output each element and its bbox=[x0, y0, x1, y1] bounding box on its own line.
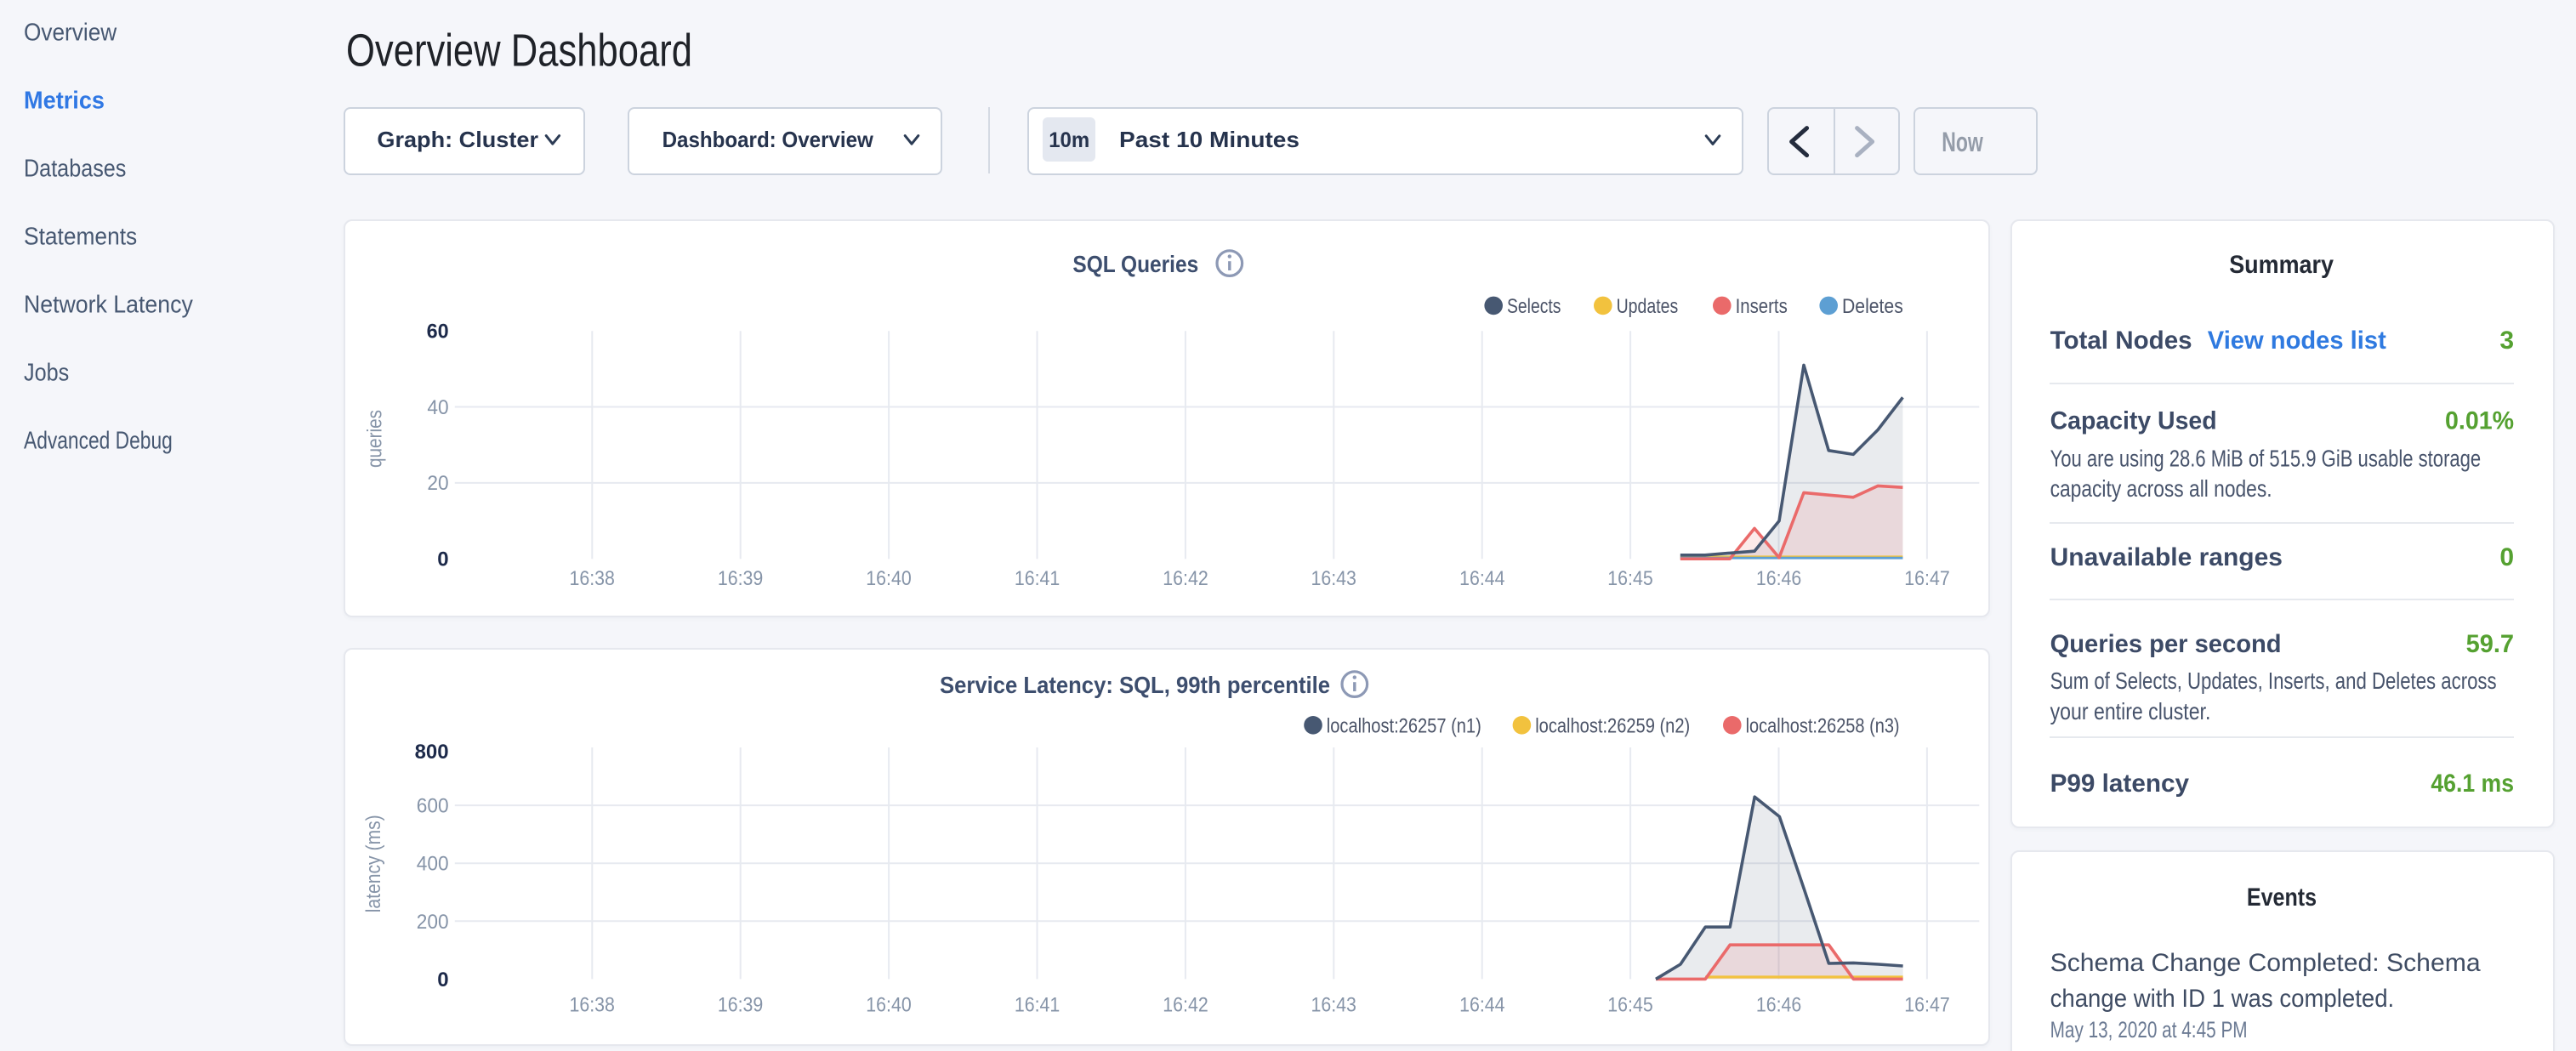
svg-text:200: 200 bbox=[417, 911, 449, 934]
svg-text:Unavailable ranges: Unavailable ranges bbox=[2050, 543, 2283, 571]
svg-text:16:40: 16:40 bbox=[866, 993, 911, 1016]
svg-text:SQL Queries: SQL Queries bbox=[1072, 251, 1198, 277]
svg-text:46.1 ms: 46.1 ms bbox=[2431, 770, 2514, 798]
svg-text:16:41: 16:41 bbox=[1015, 993, 1060, 1016]
svg-text:Advanced Debug: Advanced Debug bbox=[24, 428, 173, 455]
svg-text:Capacity Used: Capacity Used bbox=[2050, 407, 2217, 435]
svg-text:Events: Events bbox=[2247, 883, 2317, 912]
svg-text:0.01%: 0.01% bbox=[2445, 407, 2514, 435]
svg-text:Network Latency: Network Latency bbox=[24, 292, 193, 319]
svg-text:16:38: 16:38 bbox=[570, 993, 615, 1016]
svg-text:0: 0 bbox=[437, 548, 448, 571]
svg-text:800: 800 bbox=[415, 741, 449, 764]
svg-text:16:38: 16:38 bbox=[570, 567, 615, 590]
svg-text:localhost:26258 (n3): localhost:26258 (n3) bbox=[1746, 714, 1900, 737]
svg-text:16:43: 16:43 bbox=[1311, 993, 1356, 1016]
svg-text:queries: queries bbox=[364, 410, 387, 468]
svg-text:Databases: Databases bbox=[24, 156, 126, 183]
svg-text:Service Latency: SQL, 99th per: Service Latency: SQL, 99th percentile bbox=[940, 672, 1330, 698]
svg-text:Graph: Cluster: Graph: Cluster bbox=[377, 127, 538, 152]
svg-text:0: 0 bbox=[437, 969, 448, 991]
svg-text:10m: 10m bbox=[1049, 128, 1089, 152]
svg-text:16:41: 16:41 bbox=[1015, 567, 1060, 590]
svg-text:Now: Now bbox=[1942, 127, 1983, 157]
svg-text:16:43: 16:43 bbox=[1311, 567, 1356, 590]
svg-text:Inserts: Inserts bbox=[1736, 295, 1788, 318]
svg-text:59.7: 59.7 bbox=[2466, 630, 2514, 658]
svg-text:16:39: 16:39 bbox=[718, 993, 763, 1016]
svg-text:localhost:26259 (n2): localhost:26259 (n2) bbox=[1535, 714, 1690, 737]
svg-text:View nodes list: View nodes list bbox=[2208, 327, 2386, 355]
svg-text:16:45: 16:45 bbox=[1607, 567, 1652, 590]
svg-text:Statements: Statements bbox=[24, 224, 137, 251]
svg-text:16:44: 16:44 bbox=[1459, 993, 1504, 1016]
svg-text:change with ID 1 was completed: change with ID 1 was completed. bbox=[2050, 985, 2395, 1013]
svg-text:Deletes: Deletes bbox=[1842, 295, 1903, 318]
svg-text:16:47: 16:47 bbox=[1904, 567, 1949, 590]
svg-text:Past 10 Minutes: Past 10 Minutes bbox=[1119, 127, 1299, 152]
svg-text:Total Nodes: Total Nodes bbox=[2050, 327, 2192, 355]
svg-text:Jobs: Jobs bbox=[24, 360, 69, 387]
svg-text:16:46: 16:46 bbox=[1756, 993, 1801, 1016]
svg-text:Schema Change Completed: Schem: Schema Change Completed: Schema bbox=[2050, 949, 2481, 977]
svg-text:latency (ms): latency (ms) bbox=[362, 815, 385, 912]
svg-text:16:42: 16:42 bbox=[1163, 993, 1208, 1016]
svg-text:You are using 28.6 MiB of 515.: You are using 28.6 MiB of 515.9 GiB usab… bbox=[2050, 446, 2482, 472]
svg-text:3: 3 bbox=[2499, 327, 2514, 355]
svg-text:16:45: 16:45 bbox=[1607, 993, 1652, 1016]
svg-text:16:42: 16:42 bbox=[1163, 567, 1208, 590]
svg-text:16:40: 16:40 bbox=[866, 567, 911, 590]
svg-text:40: 40 bbox=[427, 396, 448, 419]
svg-text:Sum of Selects, Updates, Inser: Sum of Selects, Updates, Inserts, and De… bbox=[2050, 668, 2497, 694]
svg-text:60: 60 bbox=[427, 321, 449, 344]
svg-text:Summary: Summary bbox=[2229, 251, 2334, 279]
svg-text:P99 latency: P99 latency bbox=[2050, 770, 2190, 798]
svg-text:Dashboard: Overview: Dashboard: Overview bbox=[662, 127, 874, 152]
svg-text:0: 0 bbox=[2499, 543, 2514, 571]
svg-text:16:44: 16:44 bbox=[1459, 567, 1504, 590]
svg-text:Overview: Overview bbox=[24, 20, 117, 47]
svg-text:capacity across all nodes.: capacity across all nodes. bbox=[2050, 475, 2272, 502]
svg-text:400: 400 bbox=[417, 853, 449, 876]
svg-text:Updates: Updates bbox=[1617, 295, 1679, 318]
svg-text:your entire cluster.: your entire cluster. bbox=[2050, 698, 2211, 724]
svg-text:localhost:26257 (n1): localhost:26257 (n1) bbox=[1327, 714, 1481, 737]
svg-text:16:47: 16:47 bbox=[1904, 993, 1949, 1016]
svg-text:16:46: 16:46 bbox=[1756, 567, 1801, 590]
svg-text:16:39: 16:39 bbox=[718, 567, 763, 590]
svg-text:May 13, 2020 at 4:45 PM: May 13, 2020 at 4:45 PM bbox=[2050, 1017, 2248, 1042]
svg-text:Selects: Selects bbox=[1507, 295, 1561, 318]
svg-text:Queries per second: Queries per second bbox=[2050, 630, 2282, 658]
svg-text:20: 20 bbox=[427, 472, 448, 495]
svg-text:Metrics: Metrics bbox=[24, 88, 105, 115]
svg-text:600: 600 bbox=[417, 795, 449, 818]
svg-text:Overview Dashboard: Overview Dashboard bbox=[346, 25, 692, 76]
